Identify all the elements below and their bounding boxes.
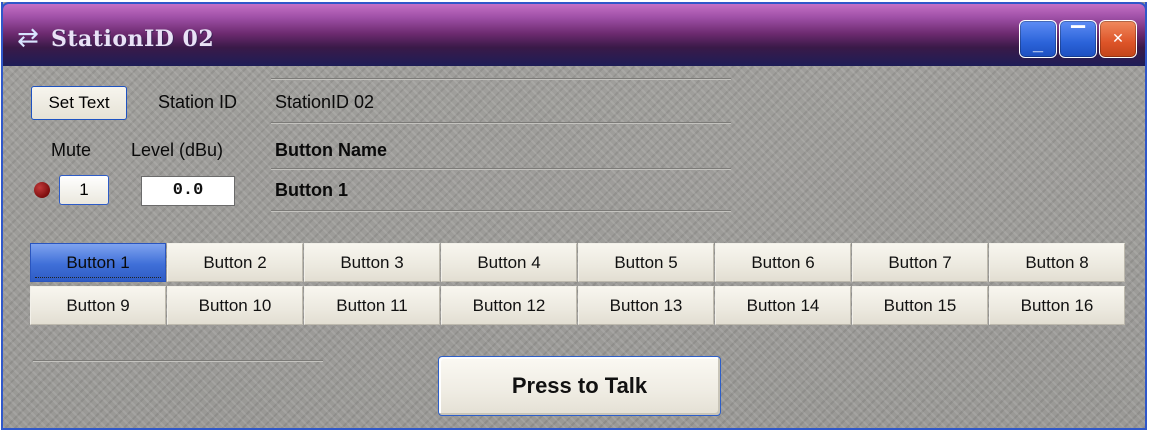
- close-button[interactable]: ✕: [1099, 20, 1137, 58]
- grid-button-16[interactable]: Button 16: [989, 286, 1125, 325]
- station-id-field-top-edge: [271, 78, 731, 80]
- station-id-label: Station ID: [158, 92, 238, 112]
- grid-button-7[interactable]: Button 7: [852, 243, 988, 282]
- grid-button-11[interactable]: Button 11: [304, 286, 440, 325]
- grid-button-8[interactable]: Button 8: [989, 243, 1125, 282]
- button-name-value[interactable]: Button 1: [275, 180, 348, 201]
- grid-button-3[interactable]: Button 3: [304, 243, 440, 282]
- minimize-icon: _: [1032, 34, 1043, 54]
- maximize-button[interactable]: ▔: [1059, 20, 1097, 58]
- button-name-field-top-edge: [271, 168, 731, 170]
- title-bar[interactable]: ⇄ StationID 02 _ ▔ ✕: [1, 2, 1147, 66]
- mute-toggle[interactable]: 1: [59, 175, 109, 205]
- station-id-field-bottom-edge: [271, 122, 731, 124]
- grid-button-6[interactable]: Button 6: [715, 243, 851, 282]
- grid-button-9[interactable]: Button 9: [30, 286, 166, 325]
- station-id-value[interactable]: StationID 02: [275, 92, 374, 113]
- red-led-icon: [34, 182, 50, 198]
- grid-button-4[interactable]: Button 4: [441, 243, 577, 282]
- grid-button-1[interactable]: Button 1: [30, 243, 166, 282]
- window-title: StationID 02: [51, 26, 215, 52]
- grid-button-12[interactable]: Button 12: [441, 286, 577, 325]
- level-input[interactable]: 0.0: [141, 176, 235, 206]
- grid-button-5[interactable]: Button 5: [578, 243, 714, 282]
- button-name-label: Button Name: [275, 140, 387, 160]
- button-name-field-bottom-edge: [271, 210, 731, 212]
- grid-button-13[interactable]: Button 13: [578, 286, 714, 325]
- mute-label: Mute: [51, 140, 92, 160]
- set-text-button[interactable]: Set Text: [31, 86, 127, 120]
- grid-button-10[interactable]: Button 10: [167, 286, 303, 325]
- minimize-button[interactable]: _: [1019, 20, 1057, 58]
- grid-button-14[interactable]: Button 14: [715, 286, 851, 325]
- footer-divider: [33, 360, 323, 362]
- grid-button-15[interactable]: Button 15: [852, 286, 988, 325]
- grid-button-2[interactable]: Button 2: [167, 243, 303, 282]
- close-icon: ✕: [1112, 30, 1124, 46]
- swap-arrows-icon: ⇄: [17, 22, 39, 52]
- level-label: Level (dBu): [131, 140, 224, 160]
- maximize-icon: ▔: [1071, 26, 1085, 46]
- station-window: ⇄ StationID 02 _ ▔ ✕ Set Text Station ID…: [1, 2, 1147, 430]
- press-to-talk-button[interactable]: Press to Talk: [438, 356, 721, 416]
